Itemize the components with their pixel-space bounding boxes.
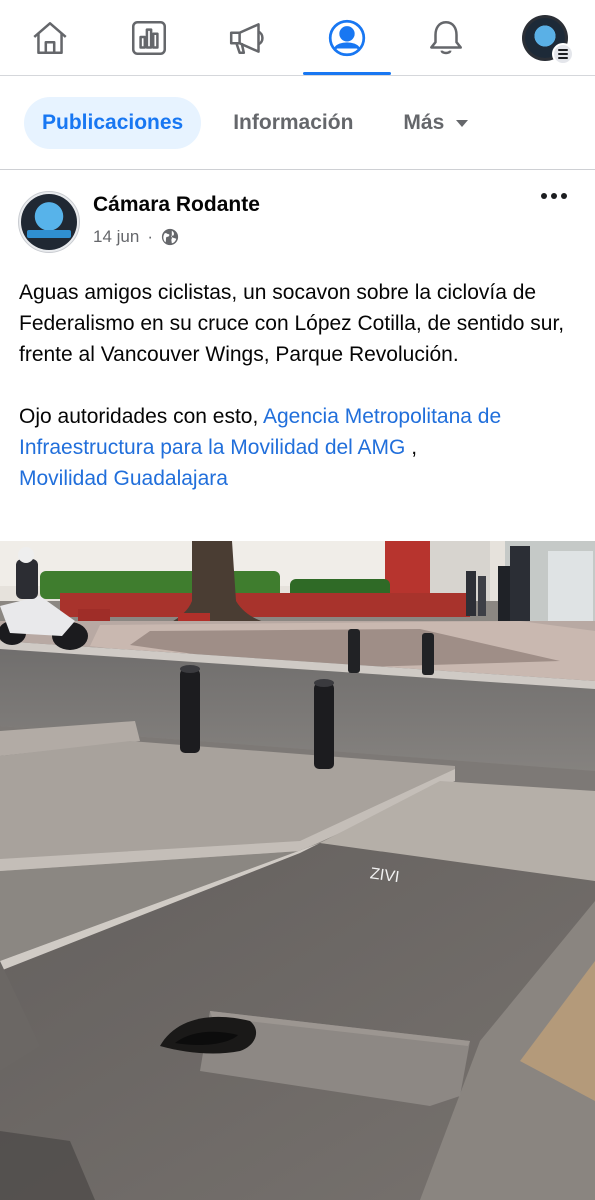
bell-icon: [430, 20, 463, 54]
nav-profile[interactable]: [298, 0, 397, 75]
page-avatar[interactable]: [18, 191, 80, 253]
nav-notifications[interactable]: [397, 0, 496, 75]
megaphone-icon: [229, 22, 264, 54]
more-options-icon[interactable]: [541, 193, 567, 199]
post-date[interactable]: 14 jun: [93, 227, 139, 247]
post-photo[interactable]: ZIVI: [0, 541, 595, 1200]
post-paragraph-2: Ojo autoridades con esto, Agencia Metrop…: [19, 401, 579, 494]
nav-home[interactable]: [0, 0, 99, 75]
post-paragraph-1: Aguas amigos ciclistas, un socavon sobre…: [19, 281, 565, 366]
caret-down-icon: [456, 120, 469, 127]
post-header: Cámara Rodante 14 jun ·: [0, 171, 595, 271]
top-navigation-bar: [0, 0, 595, 76]
globe-icon: [161, 228, 179, 246]
mention-separator: ,: [405, 436, 418, 459]
menu-icon: [552, 42, 575, 65]
tab-posts[interactable]: Publicaciones: [24, 96, 202, 149]
post-meta: 14 jun ·: [93, 227, 179, 247]
nav-ads[interactable]: [198, 0, 297, 75]
meta-separator: ·: [147, 227, 153, 246]
photo-scene: ZIVI: [0, 541, 595, 1200]
profile-icon: [328, 19, 366, 56]
bar-chart-icon: [131, 20, 166, 55]
tab-about[interactable]: Información: [215, 97, 371, 149]
home-icon: [33, 21, 67, 54]
nav-menu[interactable]: [496, 0, 595, 75]
post-paragraph-2-prefix: Ojo autoridades con esto,: [19, 405, 263, 428]
avatar-menu-icon: [522, 14, 575, 65]
tab-more[interactable]: Más: [385, 97, 486, 149]
post-text: Aguas amigos ciclistas, un socavon sobre…: [19, 277, 579, 494]
page-name[interactable]: Cámara Rodante: [93, 193, 260, 217]
mention-movilidad[interactable]: Movilidad Guadalajara: [19, 467, 228, 490]
nav-dashboard[interactable]: [99, 0, 198, 75]
profile-tabs: Publicaciones Información Más: [0, 76, 595, 170]
tab-more-label: Más: [403, 110, 445, 134]
